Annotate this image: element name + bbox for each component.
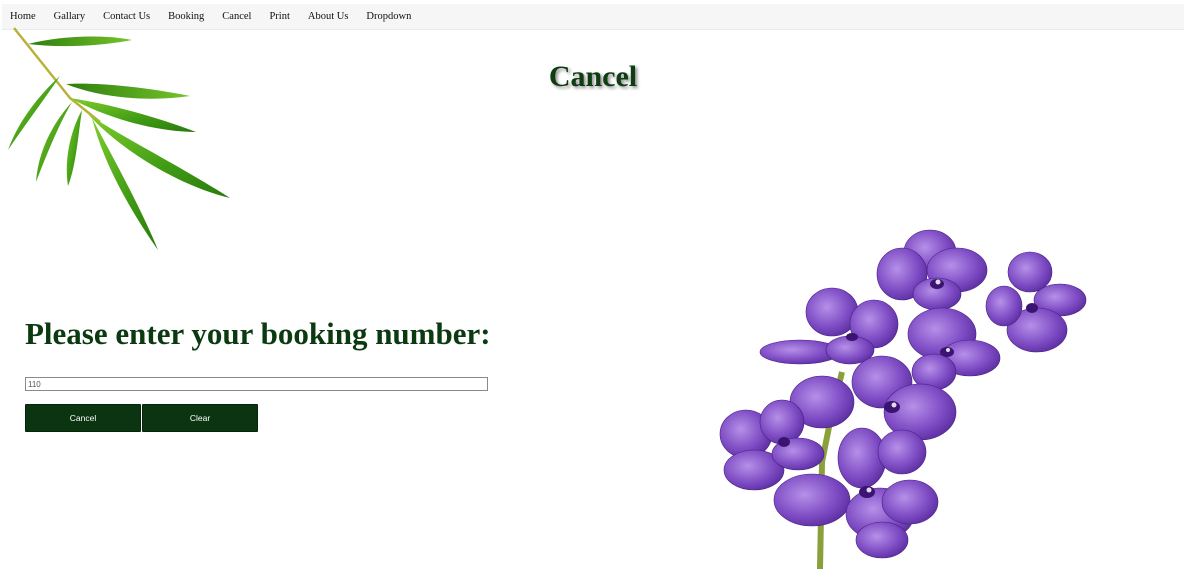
cancel-button[interactable]: Cancel [25,404,141,432]
nav-booking[interactable]: Booking [168,11,204,22]
nav-print[interactable]: Print [269,11,289,22]
orchid-flower-image [719,229,1087,569]
booking-number-prompt: Please enter your booking number: [25,316,491,351]
page-title: Cancel [548,60,638,93]
nav-about-us[interactable]: About Us [308,11,349,22]
booking-number-input[interactable] [25,377,488,391]
page: Home Gallary Contact Us Booking Cancel P… [0,0,1186,569]
nav-contact-us[interactable]: Contact Us [103,11,150,22]
nav-home[interactable]: Home [10,11,36,22]
nav-gallary[interactable]: Gallary [54,11,86,22]
nav-cancel[interactable]: Cancel [222,11,251,22]
nav-dropdown[interactable]: Dropdown [366,11,411,22]
clear-button[interactable]: Clear [142,404,258,432]
